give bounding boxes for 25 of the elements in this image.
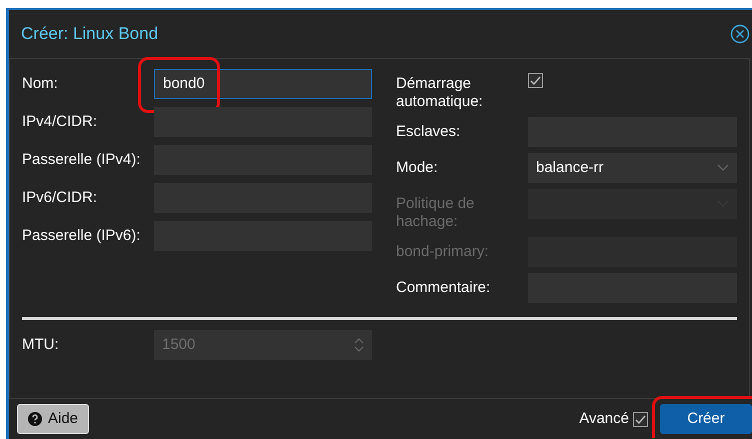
field-label: Commentaire: bbox=[396, 278, 492, 297]
spinner-arrows-icon[interactable] bbox=[354, 337, 364, 353]
chevron-down-icon bbox=[717, 164, 729, 172]
advanced-label: Avancé bbox=[579, 408, 629, 429]
field-label: bond-primary: bbox=[396, 242, 490, 261]
window-title: Créer: Linux Bond bbox=[21, 23, 158, 46]
question-circle-icon bbox=[28, 412, 42, 426]
dropdown-field[interactable]: balance-rr bbox=[528, 153, 737, 183]
text-field[interactable]: bond0 bbox=[154, 69, 372, 99]
field-label: IPv4/CIDR: bbox=[22, 112, 98, 131]
field-label: MTU: bbox=[22, 335, 60, 354]
checkbox[interactable] bbox=[528, 73, 543, 88]
create-button[interactable]: Créer bbox=[660, 404, 752, 434]
close-icon[interactable] bbox=[730, 24, 750, 44]
field-label: Passerelle (IPv6): bbox=[22, 226, 142, 245]
help-button[interactable]: Aide bbox=[17, 404, 90, 434]
field-label: Passerelle (IPv4): bbox=[22, 150, 142, 169]
field-label: Nom: bbox=[22, 74, 59, 93]
advanced-checkbox[interactable] bbox=[633, 412, 648, 426]
field-label: Démarrage automatique: bbox=[396, 74, 484, 111]
field-label: Esclaves: bbox=[396, 122, 462, 141]
field-label: Politique de hachage: bbox=[396, 194, 476, 231]
field-label: Mode: bbox=[396, 158, 439, 177]
field-label: IPv6/CIDR: bbox=[22, 188, 98, 207]
text-field[interactable] bbox=[154, 107, 372, 137]
